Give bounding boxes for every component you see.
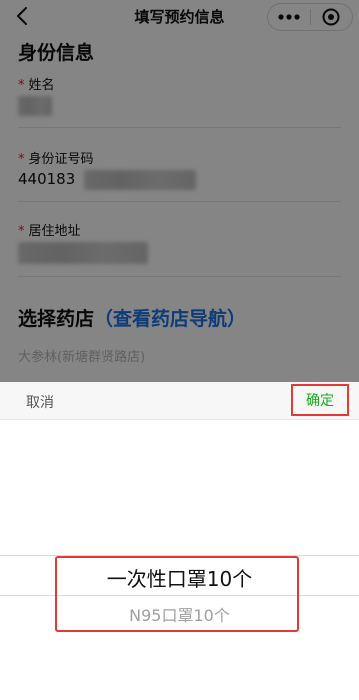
page: 填写预约信息 身份信息 * 姓名 * 身份证号码 440183 * 居住地址 选… bbox=[0, 0, 359, 700]
confirm-button[interactable]: 确定 bbox=[291, 384, 349, 416]
modal-mask[interactable] bbox=[0, 0, 359, 382]
product-picker: 取消 确定 一次性口罩10个 N95口罩10个 bbox=[0, 382, 359, 700]
cancel-button[interactable]: 取消 bbox=[26, 392, 54, 412]
annotation-highlight bbox=[55, 556, 299, 632]
picker-toolbar: 取消 确定 bbox=[0, 382, 359, 420]
